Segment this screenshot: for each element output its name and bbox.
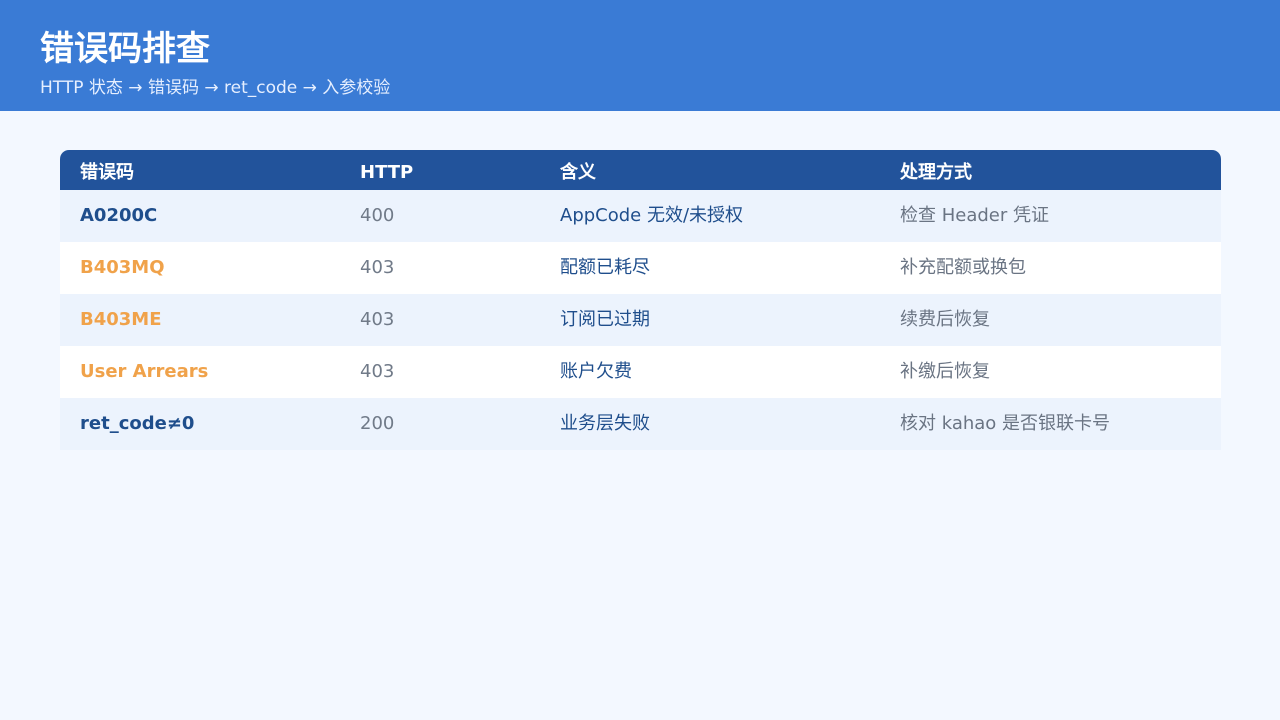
action-cell: 补充配额或换包 bbox=[900, 257, 1026, 278]
table-row: B403MQ 403 配额已耗尽 补充配额或换包 bbox=[60, 242, 1221, 294]
action-cell: 补缴后恢复 bbox=[900, 361, 990, 382]
table-row: A0200C 400 AppCode 无效/未授权 检查 Header 凭证 bbox=[60, 190, 1221, 242]
table-row: ret_code≠0 200 业务层失败 核对 kahao 是否银联卡号 bbox=[60, 398, 1221, 450]
error-code-cell: B403ME bbox=[80, 309, 162, 330]
action-cell: 核对 kahao 是否银联卡号 bbox=[900, 413, 1111, 434]
header-bar: 错误码排查 HTTP 状态 → 错误码 → ret_code → 入参校验 bbox=[0, 0, 1280, 111]
meaning-cell: AppCode 无效/未授权 bbox=[560, 205, 744, 226]
action-cell: 检查 Header 凭证 bbox=[900, 205, 1049, 226]
table-header: 错误码 HTTP 含义 处理方式 bbox=[60, 150, 1221, 190]
action-cell: 续费后恢复 bbox=[900, 309, 990, 330]
page-title: 错误码排查 bbox=[40, 29, 210, 69]
http-status-cell: 403 bbox=[360, 361, 395, 382]
meaning-cell: 订阅已过期 bbox=[560, 309, 650, 330]
table-row: User Arrears 403 账户欠费 补缴后恢复 bbox=[60, 346, 1221, 398]
table-row: B403ME 403 订阅已过期 续费后恢复 bbox=[60, 294, 1221, 346]
meaning-cell: 账户欠费 bbox=[560, 361, 632, 382]
error-code-cell: A0200C bbox=[80, 205, 158, 226]
error-code-cell: B403MQ bbox=[80, 257, 165, 278]
error-code-cell: User Arrears bbox=[80, 361, 209, 382]
http-status-cell: 403 bbox=[360, 257, 395, 278]
error-code-cell: ret_code≠0 bbox=[80, 413, 195, 434]
meaning-cell: 业务层失败 bbox=[560, 413, 650, 434]
page-subtitle: HTTP 状态 → 错误码 → ret_code → 入参校验 bbox=[40, 78, 391, 98]
http-status-cell: 403 bbox=[360, 309, 395, 330]
http-status-cell: 400 bbox=[360, 205, 395, 226]
error-code-table: 错误码 HTTP 含义 处理方式 A0200C 400 AppCode 无效/未… bbox=[60, 150, 1221, 450]
meaning-cell: 配额已耗尽 bbox=[560, 257, 650, 278]
http-status-cell: 200 bbox=[360, 413, 395, 434]
